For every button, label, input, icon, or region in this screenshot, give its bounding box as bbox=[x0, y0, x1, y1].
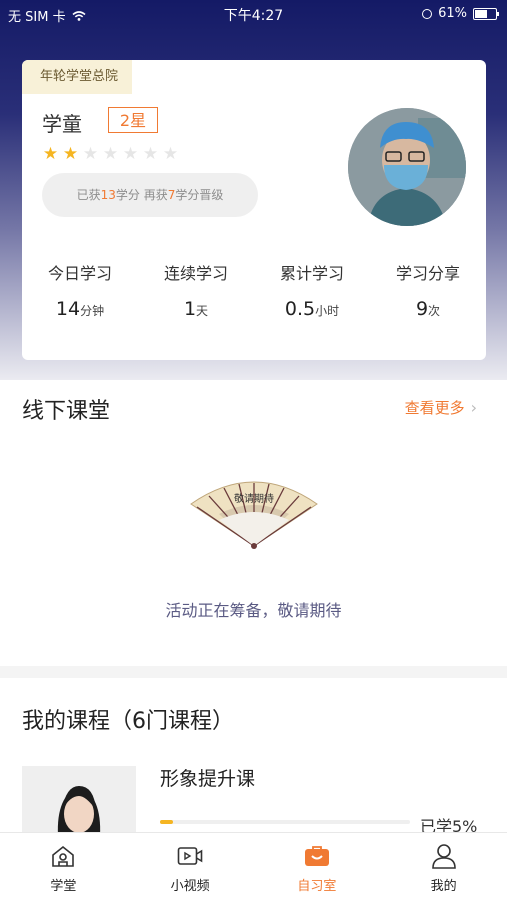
course-thumbnail[interactable] bbox=[22, 766, 136, 836]
stat-label: 累计学习 bbox=[279, 264, 344, 283]
star-icon: ★ bbox=[142, 144, 159, 164]
battery-icon bbox=[473, 7, 499, 20]
stat-streak: 连续学习 1天 bbox=[138, 260, 254, 320]
stat-shares: 学习分享 9次 bbox=[370, 260, 486, 320]
battery-percent: 61% bbox=[438, 6, 467, 21]
star-rating: ★ ★ ★ ★ ★ ★ ★ bbox=[42, 144, 179, 164]
avatar[interactable] bbox=[348, 108, 466, 226]
stat-total: 累计学习 0.5小时 bbox=[254, 260, 370, 320]
offline-section-title: 线下课堂 bbox=[22, 399, 111, 424]
star-badge: 2星 bbox=[108, 107, 158, 133]
star-icon: ★ bbox=[42, 144, 59, 164]
star-icon: ★ bbox=[162, 144, 179, 164]
chevron-right-icon: › bbox=[470, 398, 477, 417]
school-icon bbox=[49, 843, 77, 869]
tab-school[interactable]: 学堂 bbox=[0, 833, 127, 901]
status-bar: 无 SIM 卡 下午4:27 61% bbox=[0, 0, 507, 28]
tab-profile[interactable]: 我的 bbox=[380, 833, 507, 901]
credit-text-1: 已获 bbox=[76, 188, 101, 202]
stat-label: 连续学习 bbox=[163, 264, 228, 283]
star-icon: ★ bbox=[102, 144, 119, 164]
stat-value: 9 bbox=[415, 298, 429, 320]
stat-value: 0.5 bbox=[284, 298, 316, 320]
star-icon: ★ bbox=[82, 144, 99, 164]
bottom-tab-bar: 学堂 小视频 自习室 我的 bbox=[0, 832, 507, 901]
credit-pill: 已获13学分 再获7学分晋级 bbox=[42, 173, 258, 217]
credit-earned: 13 bbox=[100, 188, 116, 202]
tab-videos[interactable]: 小视频 bbox=[127, 833, 254, 901]
org-tag: 年轮学堂总院 bbox=[22, 60, 133, 94]
video-icon bbox=[176, 843, 204, 869]
stat-unit: 天 bbox=[196, 304, 209, 318]
course-progress-bar bbox=[160, 820, 410, 824]
profile-card: 年轮学堂总院 学童 2星 ★ ★ ★ ★ ★ ★ ★ 已获13学分 再获7学分晋级 今日学习… bbox=[22, 60, 486, 360]
tab-label: 学堂 bbox=[50, 879, 77, 894]
see-more-label: 查看更多 bbox=[404, 399, 465, 417]
avatar-photo bbox=[348, 108, 466, 226]
stat-unit: 分钟 bbox=[80, 304, 105, 318]
tab-study-room[interactable]: 自习室 bbox=[254, 833, 381, 901]
stat-unit: 次 bbox=[428, 304, 441, 318]
stat-value: 1 bbox=[183, 298, 197, 320]
study-room-icon bbox=[303, 843, 331, 869]
my-courses-title: 我的课程（6门课程） bbox=[22, 709, 234, 734]
stat-label: 今日学习 bbox=[47, 264, 112, 283]
course-name[interactable]: 形象提升课 bbox=[160, 764, 255, 791]
stat-label: 学习分享 bbox=[395, 264, 460, 283]
folding-fan-illustration: 敬请期待 bbox=[190, 481, 318, 549]
tab-label: 我的 bbox=[430, 879, 457, 894]
star-icon: ★ bbox=[62, 144, 79, 164]
rank-title: 学童 bbox=[42, 112, 82, 136]
fan-text: 敬请期待 bbox=[234, 492, 274, 505]
user-icon bbox=[430, 843, 458, 869]
course-progress-fill bbox=[160, 820, 173, 824]
credit-text-2: 学分 再获 bbox=[115, 188, 168, 202]
tab-label: 自习室 bbox=[297, 879, 337, 894]
stat-today: 今日学习 14分钟 bbox=[22, 260, 138, 320]
see-more-link[interactable]: 查看更多 › bbox=[405, 397, 477, 418]
orientation-lock-icon bbox=[422, 8, 433, 19]
stat-unit: 小时 bbox=[315, 304, 340, 318]
section-divider bbox=[0, 666, 507, 678]
tab-label: 小视频 bbox=[170, 879, 210, 894]
study-stats: 今日学习 14分钟 连续学习 1天 累计学习 0.5小时 学习分享 9次 bbox=[22, 260, 486, 320]
star-icon: ★ bbox=[122, 144, 139, 164]
stat-value: 14 bbox=[55, 298, 81, 320]
credit-text-3: 学分晋级 bbox=[175, 188, 224, 202]
course-thumbnail-photo bbox=[22, 766, 136, 836]
empty-state-text: 活动正在筹备，敬请期待 bbox=[165, 601, 342, 620]
